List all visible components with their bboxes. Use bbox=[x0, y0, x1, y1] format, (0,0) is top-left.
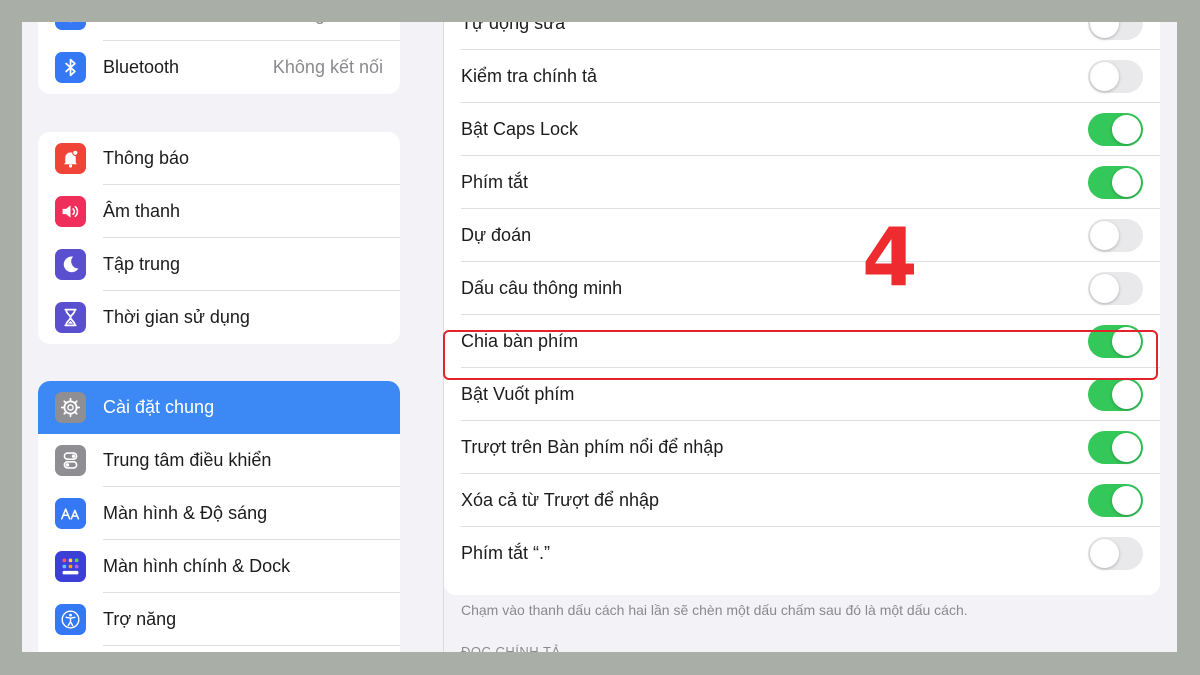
setting-row-auto-correction: Tự động sửa bbox=[444, 22, 1160, 50]
sidebar-item-bluetooth[interactable]: Bluetooth Không kết nối bbox=[38, 41, 400, 94]
sidebar-item-sound[interactable]: Âm thanh bbox=[38, 185, 400, 238]
notifications-icon bbox=[55, 143, 86, 174]
setting-row-shortcuts: Phím tắt bbox=[444, 156, 1160, 209]
sidebar-item-home-screen-dock[interactable]: Màn hình chính & Dock bbox=[38, 540, 400, 593]
setting-row-delete-slide-word: Xóa cả từ Trượt để nhập bbox=[444, 474, 1160, 527]
dictation-section-header: ĐỌC CHÍNH TẢ bbox=[461, 644, 561, 652]
period-shortcut-toggle[interactable] bbox=[1088, 537, 1143, 570]
sidebar-item-label: Bluetooth bbox=[103, 57, 180, 77]
shortcuts-toggle[interactable] bbox=[1088, 166, 1143, 199]
setting-row-period-shortcut: Phím tắt “.” bbox=[444, 527, 1160, 580]
toggle-knob bbox=[1112, 168, 1141, 197]
toggle-knob bbox=[1090, 221, 1119, 250]
setting-label: Kiểm tra chính tả bbox=[461, 66, 598, 86]
auto-correction-toggle[interactable] bbox=[1088, 22, 1143, 40]
sidebar-group-notifications: Thông báo Âm thanh Tập trung Thời gian s… bbox=[38, 132, 400, 344]
sound-icon bbox=[55, 196, 86, 227]
setting-row-slide-floating-keyboard: Trượt trên Bàn phím nổi để nhập bbox=[444, 421, 1160, 474]
sidebar-item-label: Cài đặt chung bbox=[103, 397, 215, 417]
sidebar-item-label: Trung tâm điều khiển bbox=[103, 450, 272, 470]
setting-row-spell-check: Kiểm tra chính tả bbox=[444, 50, 1160, 103]
sidebar-item-label: Trợ năng bbox=[103, 609, 177, 629]
period-shortcut-footnote: Chạm vào thanh dấu cách hai lần sẽ chèn … bbox=[461, 602, 968, 618]
toggle-knob bbox=[1112, 486, 1141, 515]
toggles-icon bbox=[55, 445, 86, 476]
sidebar-item-wifi[interactable]: Wi-Fi Không kết nối bbox=[38, 22, 400, 41]
sidebar-group-general: Cài đặt chung Trung tâm điều khiển Màn h… bbox=[38, 381, 400, 652]
home-grid-icon bbox=[55, 551, 86, 582]
sidebar-item-display-brightness[interactable]: Màn hình & Độ sáng bbox=[38, 487, 400, 540]
sidebar-item-label: Thời gian sử dụng bbox=[103, 307, 250, 327]
spell-check-toggle[interactable] bbox=[1088, 60, 1143, 93]
slide-floating-keyboard-toggle[interactable] bbox=[1088, 431, 1143, 464]
sidebar-item-screen-time[interactable]: Thời gian sử dụng bbox=[38, 291, 400, 344]
sidebar-item-label: Thông báo bbox=[103, 148, 190, 168]
setting-label: Dấu câu thông minh bbox=[461, 278, 623, 298]
sidebar-item-label: Âm thanh bbox=[103, 201, 181, 221]
setting-label: Dự đoán bbox=[461, 225, 532, 245]
sidebar-item-accessibility[interactable]: Trợ năng bbox=[38, 593, 400, 646]
step-number-annotation: 4 bbox=[862, 211, 918, 304]
slide-keys-toggle[interactable] bbox=[1088, 378, 1143, 411]
toggle-knob bbox=[1090, 62, 1119, 91]
sidebar-item-label: Wi-Fi bbox=[103, 22, 145, 41]
setting-label: Trượt trên Bàn phím nổi để nhập bbox=[461, 437, 724, 457]
setting-row-predictive: Dự đoán bbox=[444, 209, 1160, 262]
sidebar-item-control-center[interactable]: Trung tâm điều khiển bbox=[38, 434, 400, 487]
toggle-knob bbox=[1090, 539, 1119, 568]
sidebar-item-general[interactable]: Cài đặt chung bbox=[38, 381, 400, 434]
keyboard-settings-list: Tự động sửa Kiểm tra chính tả Bật Caps L… bbox=[444, 22, 1160, 595]
bluetooth-icon bbox=[55, 52, 86, 83]
sidebar-item-value: Không kết nối bbox=[273, 22, 383, 41]
toggle-knob bbox=[1112, 433, 1141, 462]
wifi-icon bbox=[55, 22, 86, 30]
toggle-knob bbox=[1090, 274, 1119, 303]
setting-label: Phím tắt bbox=[461, 172, 529, 192]
moon-icon bbox=[55, 249, 86, 280]
setting-label: Tự động sửa bbox=[461, 22, 566, 33]
sidebar-item-label: Màn hình & Độ sáng bbox=[103, 503, 268, 523]
sidebar-group-connectivity: Wi-Fi Không kết nối Bluetooth Không kết … bbox=[38, 22, 400, 94]
delete-slide-word-toggle[interactable] bbox=[1088, 484, 1143, 517]
accessibility-icon bbox=[55, 604, 86, 635]
sidebar-item-label: Tập trung bbox=[103, 254, 181, 274]
toggle-knob bbox=[1112, 115, 1141, 144]
gear-icon bbox=[55, 392, 86, 423]
caps-lock-toggle[interactable] bbox=[1088, 113, 1143, 146]
setting-label: Bật Caps Lock bbox=[461, 119, 579, 139]
sidebar-item-notifications[interactable]: Thông báo bbox=[38, 132, 400, 185]
setting-label: Xóa cả từ Trượt để nhập bbox=[461, 490, 660, 510]
toggle-knob bbox=[1112, 380, 1141, 409]
sidebar-item-value: Không kết nối bbox=[272, 57, 383, 77]
setting-label: Phím tắt “.” bbox=[461, 543, 551, 563]
sidebar-item-label: Màn hình chính & Dock bbox=[103, 556, 291, 576]
smart-punctuation-toggle[interactable] bbox=[1088, 272, 1143, 305]
toggle-knob bbox=[1090, 22, 1119, 38]
highlight-box bbox=[443, 330, 1158, 380]
hourglass-icon bbox=[55, 302, 86, 333]
setting-row-smart-punctuation: Dấu câu thông minh bbox=[444, 262, 1160, 315]
predictive-toggle[interactable] bbox=[1088, 219, 1143, 252]
setting-row-caps-lock: Bật Caps Lock bbox=[444, 103, 1160, 156]
sidebar-item-focus[interactable]: Tập trung bbox=[38, 238, 400, 291]
row-separator bbox=[103, 645, 400, 646]
text-size-icon bbox=[55, 498, 86, 529]
settings-screen: Wi-Fi Không kết nối Bluetooth Không kết … bbox=[22, 22, 1177, 652]
